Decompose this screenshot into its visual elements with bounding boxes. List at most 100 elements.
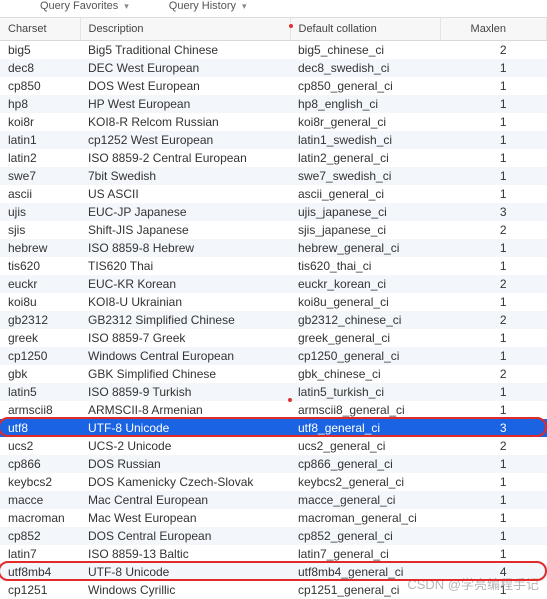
tab-label: Query History (169, 0, 236, 12)
cell-collation: greek_general_ci (290, 329, 440, 347)
cell-maxlen: 1 (440, 455, 547, 473)
cell-maxlen: 1 (440, 509, 547, 527)
table-row[interactable]: hebrewISO 8859-8 Hebrewhebrew_general_ci… (0, 239, 547, 257)
table-row[interactable]: macceMac Central Europeanmacce_general_c… (0, 491, 547, 509)
cell-collation: cp850_general_ci (290, 77, 440, 95)
cell-maxlen: 1 (440, 239, 547, 257)
cell-description: EUC-JP Japanese (80, 203, 290, 221)
query-tabs: Query Favorites ▾ Query History ▾ (0, 0, 547, 18)
table-row[interactable]: macromanMac West Europeanmacroman_genera… (0, 509, 547, 527)
cell-charset: euckr (0, 275, 80, 293)
cell-maxlen: 2 (440, 275, 547, 293)
cell-maxlen: 2 (440, 437, 547, 455)
tab-label: Query Favorites (40, 0, 118, 12)
cell-description: 7bit Swedish (80, 167, 290, 185)
cell-maxlen: 2 (440, 365, 547, 383)
cell-charset: utf8 (0, 419, 80, 437)
cell-maxlen: 3 (440, 203, 547, 221)
cell-collation: ujis_japanese_ci (290, 203, 440, 221)
cell-maxlen: 2 (440, 221, 547, 239)
cell-description: Windows Cyrillic (80, 581, 290, 599)
cell-maxlen: 1 (440, 293, 547, 311)
table-row[interactable]: utf8mb4UTF-8 Unicodeutf8mb4_general_ci4 (0, 563, 547, 581)
cell-maxlen: 1 (440, 491, 547, 509)
cell-charset: swe7 (0, 167, 80, 185)
cell-description: Big5 Traditional Chinese (80, 41, 290, 60)
table-row[interactable]: big5Big5 Traditional Chinesebig5_chinese… (0, 41, 547, 60)
cell-maxlen: 3 (440, 419, 547, 437)
cell-description: cp1252 West European (80, 131, 290, 149)
cell-maxlen: 1 (440, 167, 547, 185)
col-collation[interactable]: Default collation (290, 18, 440, 41)
cell-collation: latin1_swedish_ci (290, 131, 440, 149)
cell-charset: cp866 (0, 455, 80, 473)
table-row[interactable]: ucs2UCS-2 Unicodeucs2_general_ci2 (0, 437, 547, 455)
table-row[interactable]: cp866DOS Russiancp866_general_ci1 (0, 455, 547, 473)
cell-charset: tis620 (0, 257, 80, 275)
cell-charset: greek (0, 329, 80, 347)
tab-query-history[interactable]: Query History ▾ (169, 0, 247, 12)
chevron-down-icon: ▾ (124, 1, 129, 12)
table-row[interactable]: gb2312GB2312 Simplified Chinesegb2312_ch… (0, 311, 547, 329)
cell-maxlen: 1 (440, 257, 547, 275)
cell-collation: macce_general_ci (290, 491, 440, 509)
cell-description: GB2312 Simplified Chinese (80, 311, 290, 329)
table-row[interactable]: sjisShift-JIS Japanesesjis_japanese_ci2 (0, 221, 547, 239)
cell-description: ISO 8859-2 Central European (80, 149, 290, 167)
cell-description: UTF-8 Unicode (80, 419, 290, 437)
cell-charset: dec8 (0, 59, 80, 77)
table-row[interactable]: dec8DEC West Europeandec8_swedish_ci1 (0, 59, 547, 77)
table-row[interactable]: euckrEUC-KR Koreaneuckr_korean_ci2 (0, 275, 547, 293)
cell-description: HP West European (80, 95, 290, 113)
cell-collation: sjis_japanese_ci (290, 221, 440, 239)
table-row[interactable]: asciiUS ASCIIascii_general_ci1 (0, 185, 547, 203)
cell-charset: latin2 (0, 149, 80, 167)
cell-description: ARMSCII-8 Armenian (80, 401, 290, 419)
cell-charset: cp1250 (0, 347, 80, 365)
table-row[interactable]: hp8HP West Europeanhp8_english_ci1 (0, 95, 547, 113)
cell-charset: keybcs2 (0, 473, 80, 491)
cell-collation: dec8_swedish_ci (290, 59, 440, 77)
cell-description: US ASCII (80, 185, 290, 203)
cell-collation: cp1251_general_ci (290, 581, 440, 599)
cell-collation: gb2312_chinese_ci (290, 311, 440, 329)
table-row[interactable]: cp1251Windows Cyrilliccp1251_general_ci1 (0, 581, 547, 599)
cell-description: DOS Russian (80, 455, 290, 473)
cell-description: ISO 8859-13 Baltic (80, 545, 290, 563)
cell-collation: latin5_turkish_ci (290, 383, 440, 401)
col-charset[interactable]: Charset (0, 18, 80, 41)
cell-description: UTF-8 Unicode (80, 563, 290, 581)
cell-collation: latin7_general_ci (290, 545, 440, 563)
table-row[interactable]: armscii8ARMSCII-8 Armenianarmscii8_gener… (0, 401, 547, 419)
table-row[interactable]: koi8rKOI8-R Relcom Russiankoi8r_general_… (0, 113, 547, 131)
table-row[interactable]: utf8UTF-8 Unicodeutf8_general_ci3 (0, 419, 547, 437)
table-row[interactable]: tis620TIS620 Thaitis620_thai_ci1 (0, 257, 547, 275)
col-maxlen[interactable]: Maxlen (440, 18, 547, 41)
table-row[interactable]: latin1cp1252 West Europeanlatin1_swedish… (0, 131, 547, 149)
table-row[interactable]: keybcs2DOS Kamenicky Czech-Slovakkeybcs2… (0, 473, 547, 491)
table-row[interactable]: greekISO 8859-7 Greekgreek_general_ci1 (0, 329, 547, 347)
cell-charset: utf8mb4 (0, 563, 80, 581)
table-header-row: Charset Description Default collation Ma… (0, 18, 547, 41)
table-row[interactable]: cp850DOS West Europeancp850_general_ci1 (0, 77, 547, 95)
table-row[interactable]: cp852DOS Central Europeancp852_general_c… (0, 527, 547, 545)
tab-query-favorites[interactable]: Query Favorites ▾ (40, 0, 129, 12)
table-row[interactable]: cp1250Windows Central Europeancp1250_gen… (0, 347, 547, 365)
cell-maxlen: 1 (440, 59, 547, 77)
cell-description: DOS Central European (80, 527, 290, 545)
table-row[interactable]: koi8uKOI8-U Ukrainiankoi8u_general_ci1 (0, 293, 547, 311)
cell-description: Windows Central European (80, 347, 290, 365)
cell-collation: armscii8_general_ci (290, 401, 440, 419)
table-row[interactable]: swe77bit Swedishswe7_swedish_ci1 (0, 167, 547, 185)
table-row[interactable]: ujisEUC-JP Japaneseujis_japanese_ci3 (0, 203, 547, 221)
col-description[interactable]: Description (80, 18, 290, 41)
cell-maxlen: 1 (440, 131, 547, 149)
table-row[interactable]: gbkGBK Simplified Chinesegbk_chinese_ci2 (0, 365, 547, 383)
table-row[interactable]: latin2ISO 8859-2 Central Europeanlatin2_… (0, 149, 547, 167)
table-row[interactable]: latin7ISO 8859-13 Balticlatin7_general_c… (0, 545, 547, 563)
cell-collation: ucs2_general_ci (290, 437, 440, 455)
cell-charset: cp1251 (0, 581, 80, 599)
cell-collation: hp8_english_ci (290, 95, 440, 113)
table-row[interactable]: latin5ISO 8859-9 Turkishlatin5_turkish_c… (0, 383, 547, 401)
cell-collation: cp866_general_ci (290, 455, 440, 473)
